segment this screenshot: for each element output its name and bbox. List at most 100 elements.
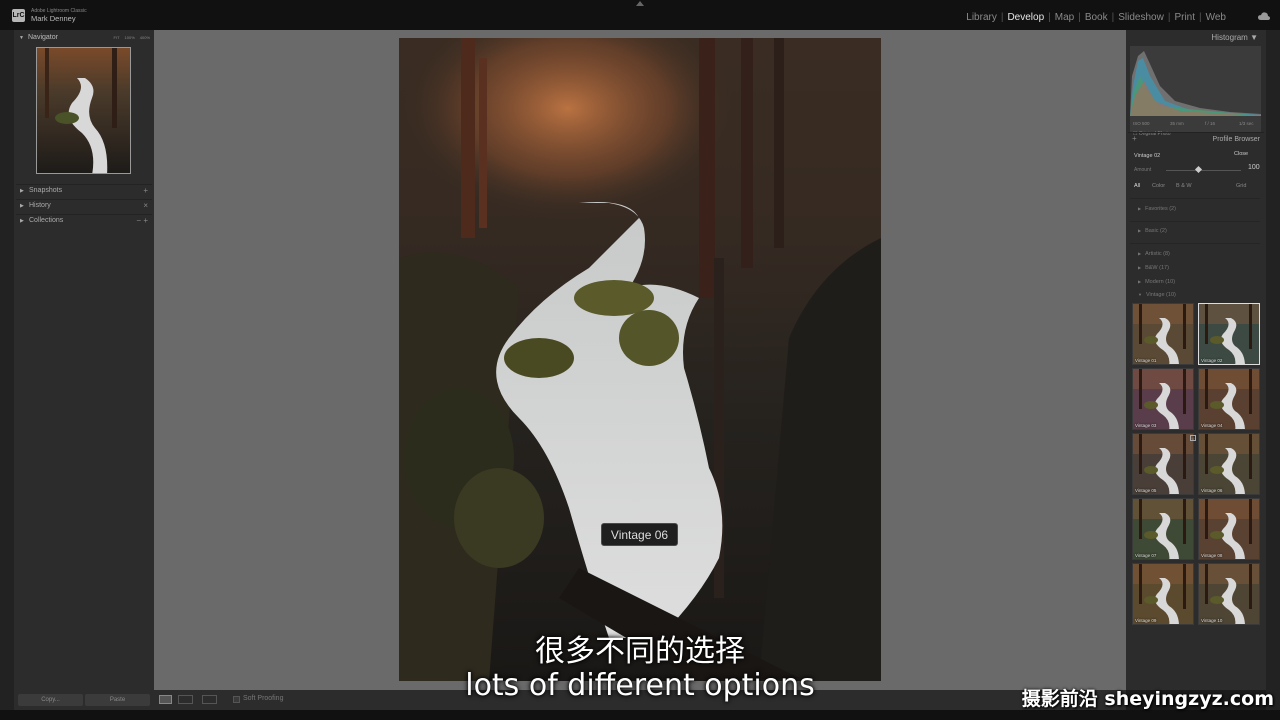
profile-preview-image bbox=[1133, 434, 1193, 494]
profile-thumbnail[interactable]: Vintage 03 bbox=[1132, 368, 1194, 430]
image-view: Vintage 06 bbox=[154, 30, 1126, 690]
expanded-triangle-icon: ▼ bbox=[1138, 292, 1142, 297]
module-picker: Library | Develop | Map | Book | Slideshow | Print… bbox=[962, 12, 1230, 23]
profile-preview-image bbox=[1133, 564, 1193, 624]
navigator-zoom-option[interactable]: 100% bbox=[125, 35, 135, 40]
favorite-star-icon[interactable]: ☆ bbox=[1190, 435, 1196, 441]
navigator-label: Navigator bbox=[28, 34, 58, 41]
navigator-zoom-option[interactable]: 400% bbox=[140, 35, 150, 40]
profile-thumbnail-label: Vintage 06 bbox=[1201, 488, 1223, 493]
profile-thumbnail-label: Vintage 10 bbox=[1201, 618, 1223, 623]
panel-label: Collections bbox=[29, 217, 64, 224]
histogram-label: Histogram bbox=[1211, 33, 1248, 42]
profile-group-label: Basic (2) bbox=[1145, 228, 1167, 234]
profile-group[interactable]: ▶ Favorites (2) bbox=[1138, 206, 1176, 212]
lightroom-window: LrC Adobe Lightroom Classic Mark Denney … bbox=[0, 0, 1280, 720]
panel-snapshots[interactable]: ▶ Snapshots + bbox=[16, 184, 152, 197]
filter-bw[interactable]: B & W bbox=[1176, 183, 1192, 189]
histogram-shutter: 1/3 sec bbox=[1239, 121, 1254, 126]
profile-group-label: B&W (17) bbox=[1145, 265, 1169, 271]
profile-thumbnail[interactable]: Vintage 04 bbox=[1198, 368, 1260, 430]
left-panel-edge[interactable] bbox=[0, 30, 14, 710]
histogram-focal-length: 35 mm bbox=[1170, 121, 1184, 126]
close-profile-browser-button[interactable]: Close bbox=[1234, 151, 1248, 157]
lightroom-logo: LrC bbox=[12, 9, 25, 22]
profile-thumbnail[interactable]: Vintage 05 bbox=[1132, 433, 1194, 495]
profile-group-label: Modern (10) bbox=[1145, 279, 1176, 285]
profile-thumbnail-label: Vintage 05 bbox=[1135, 488, 1157, 493]
profile-preview-image bbox=[1199, 304, 1259, 364]
module-web[interactable]: Web bbox=[1202, 12, 1230, 23]
panel-history[interactable]: ▶ History × bbox=[16, 199, 152, 212]
module-library[interactable]: Library bbox=[962, 12, 1001, 23]
panel-label: History bbox=[29, 202, 51, 209]
filter-color[interactable]: Color bbox=[1152, 183, 1165, 189]
filmstrip-edge[interactable] bbox=[0, 710, 1280, 720]
module-print[interactable]: Print bbox=[1170, 12, 1199, 23]
group-divider bbox=[1130, 243, 1260, 244]
profile-thumbnail[interactable]: Vintage 01 bbox=[1132, 303, 1194, 365]
filter-all[interactable]: All bbox=[1134, 183, 1140, 189]
profile-group-label: Favorites (2) bbox=[1145, 206, 1176, 212]
panel-control[interactable]: − + bbox=[136, 216, 148, 225]
profile-group[interactable]: ▶ Modern (10) bbox=[1138, 279, 1175, 285]
module-develop[interactable]: Develop bbox=[1003, 12, 1048, 23]
profile-preview-image bbox=[1199, 564, 1259, 624]
panel-collections[interactable]: ▶ Collections − + bbox=[16, 214, 152, 227]
group-divider bbox=[1130, 198, 1260, 199]
profile-thumbnail[interactable]: Vintage 09 bbox=[1132, 563, 1194, 625]
profile-group[interactable]: ▼ Vintage (10) bbox=[1138, 292, 1176, 298]
main-photo[interactable] bbox=[399, 38, 881, 681]
profile-thumbnail-label: Vintage 02 bbox=[1201, 358, 1223, 363]
profile-preview-image bbox=[1133, 369, 1193, 429]
amount-value[interactable]: 100 bbox=[1248, 164, 1260, 171]
profile-preview-image bbox=[1199, 369, 1259, 429]
amount-slider-thumb[interactable] bbox=[1194, 165, 1203, 174]
navigator-preview[interactable] bbox=[36, 47, 131, 174]
profile-group-label: Artistic (8) bbox=[1145, 251, 1170, 257]
group-divider bbox=[1130, 221, 1260, 222]
profile-thumbnail[interactable]: Vintage 07 bbox=[1132, 498, 1194, 560]
profile-hover-tooltip: Vintage 06 bbox=[601, 523, 678, 546]
top-panel-toggle-icon[interactable] bbox=[636, 1, 644, 6]
collapsed-triangle-icon: ▶ bbox=[1138, 228, 1142, 233]
panel-control[interactable]: + bbox=[143, 186, 148, 195]
collapse-triangle-icon: ▼ bbox=[19, 35, 24, 41]
expand-triangle-icon: ▶ bbox=[20, 218, 24, 224]
collapsed-triangle-icon: ▶ bbox=[1138, 251, 1142, 256]
right-panel-edge[interactable] bbox=[1266, 30, 1280, 710]
profile-browser-header: + Profile Browser bbox=[1128, 132, 1264, 146]
current-profile-name: Vintage 02 bbox=[1134, 153, 1161, 159]
profile-preview-image bbox=[1199, 434, 1259, 494]
collapsed-triangle-icon: ▶ bbox=[1138, 265, 1142, 270]
profile-thumbnail[interactable]: Vintage 10 bbox=[1198, 563, 1260, 625]
profile-group[interactable]: ▶ B&W (17) bbox=[1138, 265, 1169, 271]
navigator-header[interactable]: ▼ Navigator FIT 100% 400% bbox=[14, 32, 154, 45]
right-panel: Histogram ▼ ISO 500 35 mm f / 16 1/3 sec… bbox=[1126, 30, 1266, 690]
profile-group[interactable]: ▶ Artistic (8) bbox=[1138, 251, 1170, 257]
waterfall-photo bbox=[399, 38, 881, 681]
profile-thumbnail-label: Vintage 08 bbox=[1201, 553, 1223, 558]
module-map[interactable]: Map bbox=[1051, 12, 1078, 23]
profile-filter-bar: All Color B & W Grid bbox=[1128, 180, 1264, 194]
profile-thumbnail[interactable]: Vintage 02 bbox=[1198, 303, 1260, 365]
view-mode-select[interactable]: Grid bbox=[1236, 183, 1246, 189]
profile-thumbnail[interactable]: Vintage 06 bbox=[1198, 433, 1260, 495]
amount-slider[interactable] bbox=[1166, 170, 1241, 171]
histogram-graph bbox=[1130, 51, 1261, 116]
module-slideshow[interactable]: Slideshow bbox=[1114, 12, 1168, 23]
profile-thumbnail-label: Vintage 09 bbox=[1135, 618, 1157, 623]
histogram[interactable]: ISO 500 35 mm f / 16 1/3 sec ☐ Original … bbox=[1130, 46, 1261, 137]
back-arrow-icon[interactable]: + bbox=[1132, 134, 1137, 143]
navigator-zoom-options[interactable]: FIT 100% 400% bbox=[109, 35, 150, 40]
module-book[interactable]: Book bbox=[1081, 12, 1112, 23]
histogram-header[interactable]: Histogram ▼ bbox=[1211, 33, 1258, 42]
navigator-zoom-option[interactable]: FIT bbox=[114, 35, 120, 40]
profile-browser-label: Profile Browser bbox=[1212, 136, 1260, 143]
cloud-sync-icon[interactable] bbox=[1258, 12, 1270, 20]
profile-thumbnail[interactable]: Vintage 08 bbox=[1198, 498, 1260, 560]
profile-group[interactable]: ▶ Basic (2) bbox=[1138, 228, 1167, 234]
panel-control[interactable]: × bbox=[143, 201, 148, 210]
amount-label: Amount bbox=[1134, 167, 1152, 173]
user-name: Mark Denney bbox=[31, 14, 76, 23]
